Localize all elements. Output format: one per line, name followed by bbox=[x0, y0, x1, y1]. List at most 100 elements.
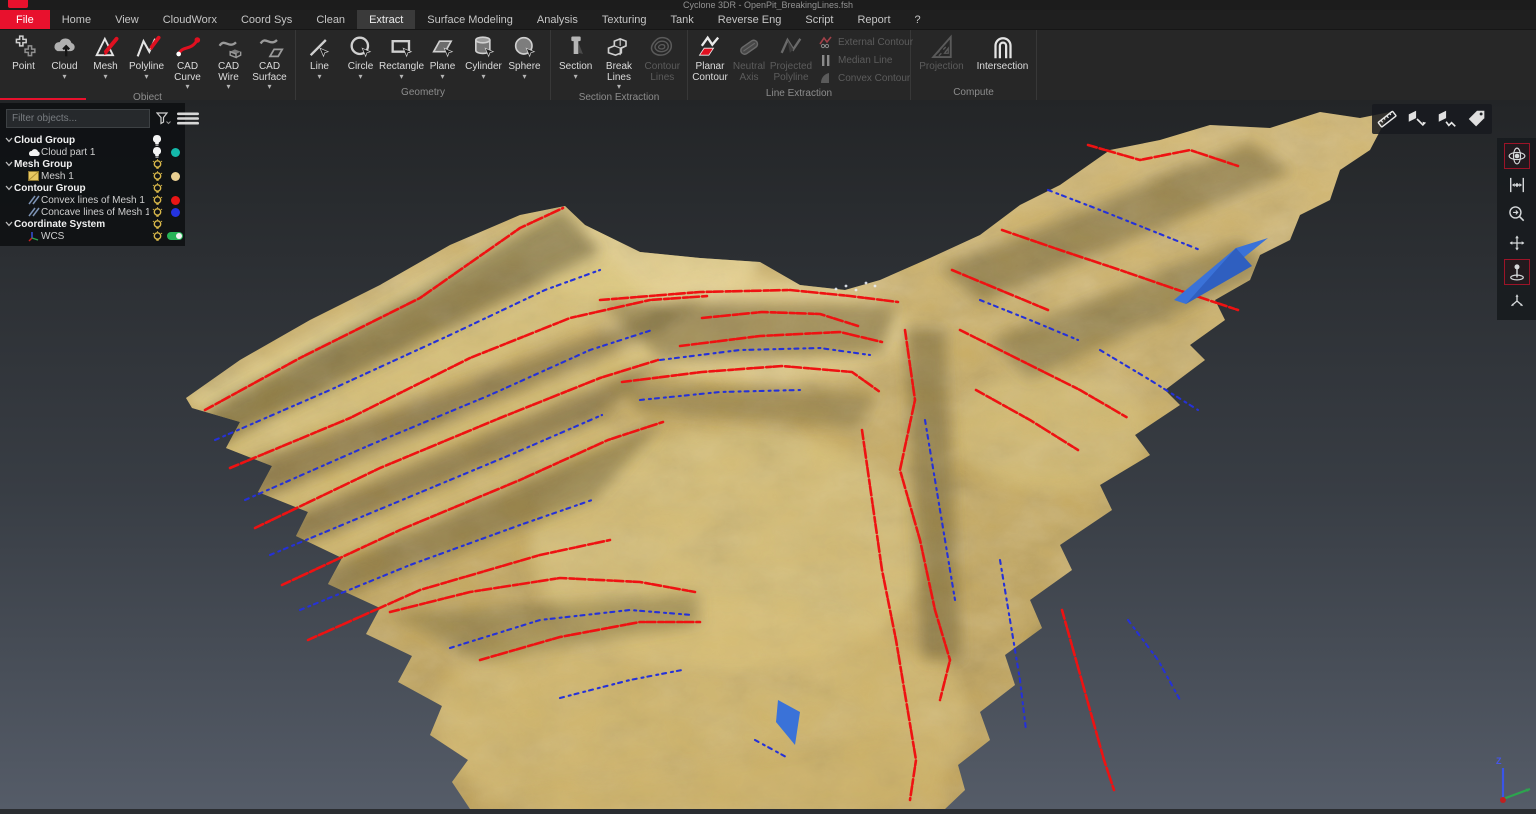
plane-button[interactable]: Plane bbox=[422, 31, 463, 81]
tab-report[interactable]: Report bbox=[845, 10, 902, 29]
menu-bar: File Home View CloudWorx Coord Sys Clean… bbox=[0, 10, 1536, 30]
chevron-down-icon[interactable] bbox=[267, 83, 271, 91]
tab-file[interactable]: File bbox=[0, 10, 50, 29]
chevron-down-icon[interactable] bbox=[617, 83, 621, 91]
visibility-bulb-off[interactable] bbox=[149, 195, 165, 206]
tree-item-label: WCS bbox=[41, 231, 149, 242]
color-swatch-concave[interactable] bbox=[171, 208, 180, 217]
ribbon-group-label: Geometry bbox=[296, 86, 550, 100]
chevron-down-icon[interactable] bbox=[522, 73, 526, 81]
cad-surface-button[interactable]: CAD Surface bbox=[249, 31, 290, 91]
neutral-axis-icon bbox=[735, 31, 763, 62]
tab-tank[interactable]: Tank bbox=[659, 10, 706, 29]
tree-item-wcs[interactable]: WCS bbox=[0, 230, 185, 242]
tab-texturing[interactable]: Texturing bbox=[590, 10, 659, 29]
visibility-bulb-on[interactable] bbox=[149, 147, 165, 158]
chevron-down-icon[interactable] bbox=[62, 73, 66, 81]
axis-gizmo[interactable]: Z bbox=[1484, 756, 1536, 809]
tab-help[interactable]: ? bbox=[903, 10, 933, 29]
visibility-bulb-off[interactable] bbox=[149, 171, 165, 182]
tab-surface-modeling[interactable]: Surface Modeling bbox=[415, 10, 525, 29]
tab-view[interactable]: View bbox=[103, 10, 151, 29]
chevron-down-icon[interactable] bbox=[226, 83, 230, 91]
tree-item-label: Mesh 1 bbox=[41, 171, 149, 182]
tag-icon[interactable] bbox=[1464, 106, 1490, 132]
intersection-button[interactable]: Intersection bbox=[974, 31, 1032, 73]
tab-extract[interactable]: Extract bbox=[357, 10, 415, 29]
filter-objects-input[interactable] bbox=[6, 109, 150, 128]
chevron-down-icon[interactable] bbox=[4, 221, 14, 227]
zoom-window-button[interactable] bbox=[1504, 201, 1530, 227]
tab-cloudworx[interactable]: CloudWorx bbox=[151, 10, 229, 29]
chevron-down-icon[interactable] bbox=[399, 73, 403, 81]
chevron-down-icon[interactable] bbox=[4, 137, 14, 143]
tree-item-mesh-1[interactable]: Mesh 1 bbox=[0, 170, 185, 182]
tab-clean[interactable]: Clean bbox=[304, 10, 357, 29]
color-swatch-cloud[interactable] bbox=[171, 148, 180, 157]
cloud-button[interactable]: Cloud bbox=[44, 31, 85, 81]
visibility-bulb-on[interactable] bbox=[149, 135, 165, 146]
tree-item-cloud-group[interactable]: Cloud Group bbox=[0, 134, 185, 146]
pan-button[interactable] bbox=[1504, 230, 1530, 256]
sphere-button[interactable]: Sphere bbox=[504, 31, 545, 81]
rectangle-button[interactable]: Rectangle bbox=[381, 31, 422, 81]
cad-wire-button[interactable]: CAD Wire bbox=[208, 31, 249, 91]
ribbon-group-label: Line Extraction bbox=[688, 87, 910, 100]
fit-view-button[interactable] bbox=[1504, 172, 1530, 198]
tab-home[interactable]: Home bbox=[50, 10, 103, 29]
tab-reverse-eng[interactable]: Reverse Eng bbox=[706, 10, 794, 29]
median-line-icon bbox=[818, 53, 833, 68]
orbit-button[interactable] bbox=[1504, 143, 1530, 169]
chevron-down-icon[interactable] bbox=[317, 73, 321, 81]
tree-item-mesh-group[interactable]: Mesh Group bbox=[0, 158, 185, 170]
tree-item-concave-lines[interactable]: Concave lines of Mesh 1 bbox=[0, 206, 185, 218]
chevron-down-icon[interactable] bbox=[574, 73, 578, 81]
line-button[interactable]: Line bbox=[299, 31, 340, 81]
ribbon-item-label: Point bbox=[12, 62, 35, 73]
panel-menu-icon[interactable] bbox=[177, 112, 199, 125]
planar-contour-button[interactable]: Planar Contour bbox=[691, 31, 729, 83]
circle-button[interactable]: Circle bbox=[340, 31, 381, 81]
tab-coord-sys[interactable]: Coord Sys bbox=[229, 10, 304, 29]
chevron-down-icon[interactable] bbox=[481, 73, 485, 81]
visibility-bulb-off[interactable] bbox=[149, 183, 165, 194]
tree-item-coordinate-system[interactable]: Coordinate System bbox=[0, 218, 185, 230]
wcs-visibility-toggle[interactable] bbox=[167, 232, 183, 240]
measure-surface-icon[interactable] bbox=[1404, 106, 1430, 132]
color-swatch-convex[interactable] bbox=[171, 196, 180, 205]
median-line-button: Median Line bbox=[818, 51, 913, 69]
ribbon-item-label: Intersection bbox=[977, 62, 1029, 73]
ribbon-item-label: Break Lines bbox=[597, 62, 640, 83]
set-pivot-button[interactable] bbox=[1504, 259, 1530, 285]
point-button[interactable]: Point bbox=[3, 31, 44, 73]
tree-item-contour-group[interactable]: Contour Group bbox=[0, 182, 185, 194]
chevron-down-icon[interactable] bbox=[185, 83, 189, 91]
visibility-bulb-off[interactable] bbox=[149, 159, 165, 170]
cylinder-button[interactable]: Cylinder bbox=[463, 31, 504, 81]
color-swatch-mesh[interactable] bbox=[171, 172, 180, 181]
tree-item-convex-lines[interactable]: Convex lines of Mesh 1 bbox=[0, 194, 185, 206]
filter-funnel-icon[interactable] bbox=[156, 112, 171, 125]
chevron-down-icon[interactable] bbox=[440, 73, 444, 81]
ruler-icon[interactable] bbox=[1374, 106, 1400, 132]
chevron-down-icon[interactable] bbox=[4, 161, 14, 167]
visibility-bulb-off[interactable] bbox=[149, 231, 165, 242]
mesh-button[interactable]: Mesh bbox=[85, 31, 126, 81]
chevron-down-icon[interactable] bbox=[103, 73, 107, 81]
chevron-down-icon[interactable] bbox=[144, 73, 148, 81]
cad-curve-button[interactable]: CAD Curve bbox=[167, 31, 208, 91]
viewport-3d[interactable] bbox=[0, 100, 1536, 809]
break-lines-button[interactable]: Break Lines bbox=[597, 31, 640, 91]
visibility-bulb-off[interactable] bbox=[149, 207, 165, 218]
chevron-down-icon[interactable] bbox=[358, 73, 362, 81]
chevron-down-icon[interactable] bbox=[4, 185, 14, 191]
section-button[interactable]: Section bbox=[554, 31, 597, 81]
tree-item-cloud-part-1[interactable]: Cloud part 1 bbox=[0, 146, 185, 158]
wcs-axis-icon bbox=[26, 231, 41, 242]
visibility-bulb-off[interactable] bbox=[149, 219, 165, 230]
tab-script[interactable]: Script bbox=[793, 10, 845, 29]
move-axes-button[interactable] bbox=[1504, 288, 1530, 314]
measure-polyline-icon[interactable] bbox=[1434, 106, 1460, 132]
tab-analysis[interactable]: Analysis bbox=[525, 10, 590, 29]
polyline-button[interactable]: Polyline bbox=[126, 31, 167, 81]
